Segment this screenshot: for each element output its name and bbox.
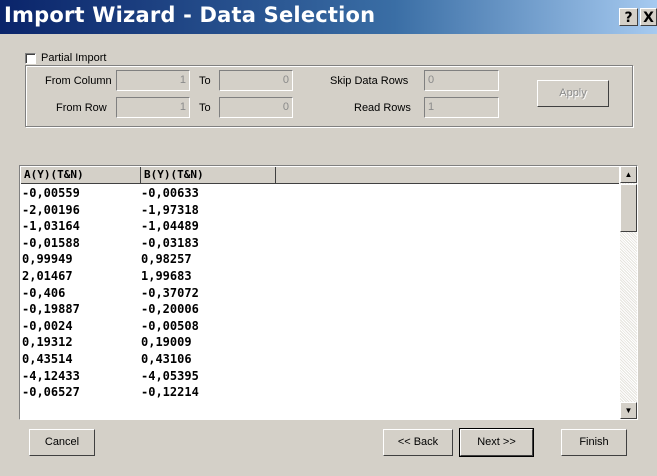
window-title: Import Wizard - Data Selection bbox=[4, 3, 376, 27]
cell-b: -1,04489 bbox=[141, 219, 199, 234]
column-header-b[interactable]: B(Y)(T&N) bbox=[141, 167, 276, 184]
cell-a: -0,0024 bbox=[22, 318, 73, 333]
to-row-label: To bbox=[199, 102, 211, 114]
read-rows-label: Read Rows bbox=[354, 102, 411, 114]
close-button[interactable]: X bbox=[640, 8, 657, 26]
cell-b: -0,12214 bbox=[141, 385, 199, 400]
table-row[interactable]: -1,03164 -1,04489 bbox=[21, 218, 276, 235]
title-bar: Import Wizard - Data Selection ? X bbox=[0, 0, 657, 34]
cell-b: -0,00633 bbox=[141, 186, 199, 200]
scrollbar-thumb[interactable] bbox=[620, 184, 637, 232]
cell-a: 0,43514 bbox=[22, 351, 73, 366]
partial-import-row[interactable]: Partial Import bbox=[25, 52, 106, 64]
from-row-field[interactable]: 1 bbox=[116, 97, 190, 118]
table-row[interactable]: -2,00196 -1,97318 bbox=[21, 202, 276, 219]
cell-a: -2,00196 bbox=[22, 202, 80, 217]
vertical-scrollbar[interactable]: ▲ ▼ bbox=[620, 166, 637, 419]
cell-a: -4,12433 bbox=[22, 368, 80, 383]
arrow-up-icon[interactable]: ▲ bbox=[620, 166, 637, 183]
table-row[interactable]: -0,00559 -0,00633 bbox=[21, 185, 276, 202]
from-column-field[interactable]: 1 bbox=[116, 70, 190, 91]
cell-b: 0,43106 bbox=[141, 351, 192, 366]
skip-data-rows-field[interactable]: 0 bbox=[424, 70, 499, 91]
read-rows-field[interactable]: 1 bbox=[424, 97, 499, 118]
cell-a: -0,19887 bbox=[22, 302, 80, 317]
next-button[interactable]: Next >> bbox=[459, 428, 534, 457]
back-button[interactable]: << Back bbox=[383, 429, 453, 456]
finish-button[interactable]: Finish bbox=[561, 429, 627, 456]
cell-a: -0,06527 bbox=[22, 385, 80, 400]
cell-a: -0,406 bbox=[22, 285, 66, 300]
to-column-field[interactable]: 0 bbox=[219, 70, 293, 91]
cell-b: -4,05395 bbox=[141, 368, 199, 383]
cell-a: -0,00559 bbox=[22, 186, 80, 200]
cell-b: -0,03183 bbox=[141, 235, 199, 250]
table-row[interactable]: 2,01467 1,99683 bbox=[21, 268, 276, 285]
from-column-label: From Column bbox=[45, 75, 112, 87]
table-row[interactable]: 0,43514 0,43106 bbox=[21, 351, 276, 368]
column-header-a[interactable]: A(Y)(T&N) bbox=[21, 167, 141, 184]
partial-import-label: Partial Import bbox=[41, 52, 107, 64]
cell-a: 2,01467 bbox=[22, 268, 73, 283]
cell-b: -0,37072 bbox=[141, 285, 199, 300]
cell-b: -1,97318 bbox=[141, 202, 199, 217]
partial-import-checkbox[interactable] bbox=[25, 52, 36, 64]
data-preview-grid[interactable]: A(Y)(T&N) B(Y)(T&N) -0,00559 -0,00633 -2,0… bbox=[19, 165, 638, 420]
to-row-field[interactable]: 0 bbox=[219, 97, 293, 118]
table-row[interactable]: -0,01588 -0,03183 bbox=[21, 235, 276, 252]
cell-a: -1,03164 bbox=[22, 219, 80, 234]
table-row[interactable]: -0,406 -0,37072 bbox=[21, 285, 276, 302]
from-row-label: From Row bbox=[56, 102, 107, 114]
table-row[interactable]: -0,0024 -0,00508 bbox=[21, 318, 276, 335]
table-row[interactable]: -0,06527 -0,12214 bbox=[21, 384, 276, 401]
cell-b: -0,00508 bbox=[141, 318, 199, 333]
grid-rows: -0,00559 -0,00633 -2,00196 -1,97318 -1,03164… bbox=[21, 185, 276, 401]
help-button[interactable]: ? bbox=[619, 8, 638, 26]
arrow-down-icon[interactable]: ▼ bbox=[620, 402, 637, 419]
cell-b: -0,20006 bbox=[141, 302, 199, 317]
column-header-empty bbox=[276, 167, 619, 184]
table-row[interactable]: -4,12433 -4,05395 bbox=[21, 368, 276, 385]
grid-header: A(Y)(T&N) B(Y)(T&N) bbox=[21, 167, 619, 184]
table-row[interactable]: 0,99949 0,98257 bbox=[21, 251, 276, 268]
cancel-button[interactable]: Cancel bbox=[29, 429, 95, 456]
skip-data-rows-label: Skip Data Rows bbox=[330, 75, 409, 87]
to-column-label: To bbox=[199, 75, 211, 87]
cell-a: -0,01588 bbox=[22, 235, 80, 250]
apply-button[interactable]: Apply bbox=[537, 80, 609, 107]
cell-b: 0,98257 bbox=[141, 252, 192, 267]
cell-b: 0,19009 bbox=[141, 335, 192, 350]
table-row[interactable]: 0,19312 0,19009 bbox=[21, 334, 276, 351]
cell-b: 1,99683 bbox=[141, 268, 192, 283]
cell-a: 0,99949 bbox=[22, 252, 73, 267]
cell-a: 0,19312 bbox=[22, 335, 73, 350]
table-row[interactable]: -0,19887 -0,20006 bbox=[21, 301, 276, 318]
